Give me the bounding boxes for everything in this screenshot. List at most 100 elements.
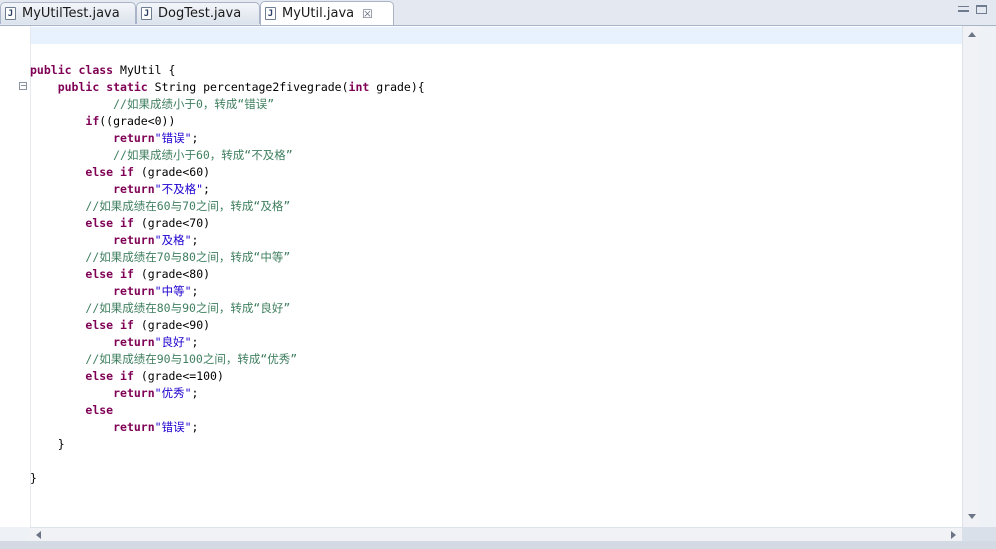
- code-line-12: //如果成绩在70与80之间，转成“中等”: [30, 249, 425, 266]
- tab-label: DogTest.java: [158, 6, 242, 21]
- minimize-icon[interactable]: [958, 6, 969, 12]
- code-line-10: else if (grade<70): [30, 215, 425, 232]
- code-text: MyUtil {: [113, 63, 176, 77]
- keyword: public: [30, 63, 72, 77]
- keyword: return: [113, 386, 155, 400]
- code-line-22: return"错误";: [30, 419, 425, 436]
- keyword: return: [113, 233, 155, 247]
- code-line-23: }: [30, 436, 425, 453]
- code-line-13: else if (grade<80): [30, 266, 425, 283]
- code-line-2: public static String percentage2fivegrad…: [30, 79, 425, 96]
- code-line-11: return"及格";: [30, 232, 425, 249]
- java-file-icon: J: [265, 7, 276, 20]
- java-file-icon: J: [141, 7, 152, 20]
- code-text: (grade<90): [133, 318, 211, 332]
- keyword: return: [113, 420, 155, 434]
- keyword: if: [120, 216, 134, 230]
- comment: //如果成绩在80与90之间，转成“良好”: [85, 301, 291, 315]
- editor-tab-bar: J MyUtilTest.java J DogTest.java J MyUti…: [0, 0, 996, 26]
- tab-dogtest-java[interactable]: J DogTest.java: [136, 2, 260, 24]
- code-line-3: //如果成绩小于0，转成“错误”: [30, 96, 425, 113]
- code-line-18: //如果成绩在90与100之间，转成“优秀”: [30, 351, 425, 368]
- tab-label: MyUtilTest.java: [22, 6, 120, 21]
- code-line-20: return"优秀";: [30, 385, 425, 402]
- string-literal: "良好": [154, 335, 192, 349]
- maximize-icon[interactable]: [976, 5, 987, 14]
- string-literal: "不及格": [154, 182, 203, 196]
- keyword: else: [85, 369, 114, 383]
- code-text: }: [30, 471, 37, 485]
- code-text: ;: [191, 131, 199, 145]
- vertical-scrollbar[interactable]: [962, 26, 980, 527]
- keyword: if: [120, 165, 134, 179]
- keyword: static: [106, 80, 148, 94]
- keyword: public: [57, 80, 100, 94]
- comment: //如果成绩在70与80之间，转成“中等”: [85, 250, 291, 264]
- overview-ruler: [979, 26, 996, 527]
- code-line-14: return"中等";: [30, 283, 425, 300]
- code-editor[interactable]: − public class MyUtil { public static St…: [0, 26, 962, 527]
- keyword: else: [85, 403, 114, 417]
- code-text: (grade<80): [133, 267, 211, 281]
- code-text: (grade<70): [133, 216, 211, 230]
- keyword: return: [113, 284, 155, 298]
- keyword: return: [113, 131, 155, 145]
- code-text: }: [57, 437, 65, 451]
- code-line-4: if((grade<0)): [30, 113, 425, 130]
- tab-label: MyUtil.java: [282, 6, 355, 21]
- keyword: else: [85, 165, 114, 179]
- comment: //如果成绩在90与100之间，转成“优秀”: [85, 352, 298, 366]
- code-text: ;: [203, 182, 210, 196]
- scroll-left-arrow-icon[interactable]: [36, 531, 41, 539]
- scroll-right-arrow-icon[interactable]: [951, 531, 956, 539]
- code-text: grade){: [369, 80, 425, 94]
- gutter-corner: [0, 527, 30, 541]
- code-line-16: else if (grade<90): [30, 317, 425, 334]
- scroll-down-arrow-icon[interactable]: [968, 514, 976, 519]
- keyword: else: [85, 318, 114, 332]
- fold-collapse-icon[interactable]: −: [19, 82, 27, 90]
- code-line-19: else if (grade<=100): [30, 368, 425, 385]
- code-text: ;: [191, 386, 199, 400]
- keyword: return: [113, 182, 155, 196]
- tab-myutil-java[interactable]: J MyUtil.java ☒: [260, 1, 394, 25]
- code-line-6: //如果成绩小于60，转成“不及格”: [30, 147, 425, 164]
- string-literal: "及格": [154, 233, 192, 247]
- code-text: ;: [191, 420, 199, 434]
- code-text: ;: [191, 335, 199, 349]
- horizontal-scrollbar[interactable]: [30, 527, 962, 542]
- code-text: ((grade<0)): [99, 114, 176, 128]
- string-literal: "中等": [154, 284, 192, 298]
- code-line-9: //如果成绩在60与70之间，转成“及格”: [30, 198, 425, 215]
- current-line-highlight: [31, 27, 962, 44]
- tab-myutiltest-java[interactable]: J MyUtilTest.java: [0, 2, 136, 24]
- close-tab-icon[interactable]: ☒: [362, 7, 373, 21]
- keyword: if: [85, 114, 100, 128]
- code-line-8: return"不及格";: [30, 181, 425, 198]
- scroll-up-arrow-icon[interactable]: [968, 32, 976, 37]
- code-line-17: return"良好";: [30, 334, 425, 351]
- code-line-25: }: [30, 470, 425, 487]
- comment: //如果成绩小于60，转成“不及格”: [113, 148, 293, 162]
- keyword: if: [120, 318, 134, 332]
